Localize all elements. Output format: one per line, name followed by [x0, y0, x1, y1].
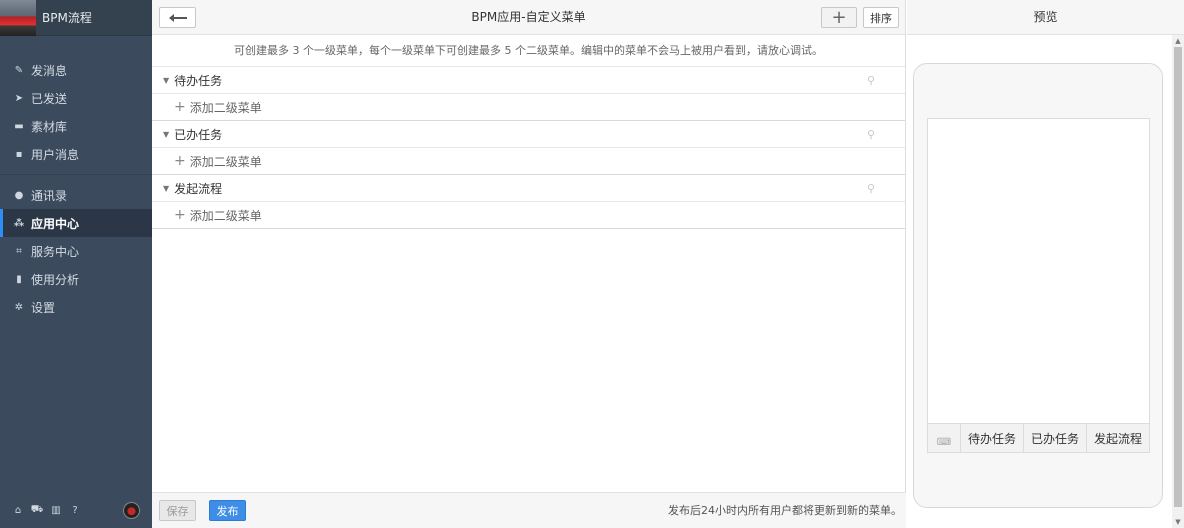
preview-menu-item[interactable]: 已办任务 — [1024, 424, 1087, 452]
sidebar-item-label: 素材库 — [31, 119, 68, 134]
service-icon: ⌗ — [16, 245, 22, 257]
book-icon[interactable]: ▥ — [50, 504, 62, 516]
scroll-up-icon[interactable]: ▲ — [1174, 37, 1182, 45]
sidebar-item-send-message[interactable]: ✎ 发消息 — [0, 56, 152, 84]
nav-group-management: ● 通讯录 ⁂ 应用中心 ⌗ 服务中心 ▮ 使用分析 ✲ 设置 — [0, 175, 152, 327]
editor-toolbar: BPM应用-自定义菜单 + 排序 — [152, 0, 905, 35]
chat-icon: ▪ — [15, 148, 23, 160]
menu-item-pending[interactable]: ▼ 待办任务 ⚲ — [152, 67, 905, 94]
menu-tip: 可创建最多 3 个一级菜单，每个一级菜单下可创建最多 5 个二级菜单。编辑中的菜… — [152, 35, 905, 67]
add-submenu-label: 添加二级菜单 — [189, 100, 262, 115]
page-title: BPM应用-自定义菜单 — [471, 10, 586, 24]
phone-screen: ⌨ 待办任务 已办任务 发起流程 — [927, 118, 1150, 453]
back-button[interactable] — [159, 7, 196, 28]
plus-icon: + — [174, 207, 186, 223]
nav-group-messages: ✎ 发消息 ➤ 已发送 ▬ 素材库 ▪ 用户消息 — [0, 36, 152, 175]
menu-item-done[interactable]: ▼ 已办任务 ⚲ — [152, 121, 905, 148]
gear-icon: ✲ — [14, 301, 24, 313]
avatar[interactable] — [123, 502, 140, 519]
scroll-down-icon[interactable]: ▼ — [1174, 518, 1182, 526]
home-icon[interactable]: ⌂ — [12, 504, 24, 516]
cart-icon[interactable]: ⛟ — [31, 504, 44, 516]
brand[interactable]: BPM流程 — [0, 0, 152, 36]
add-submenu-button[interactable]: + 添加二级菜单 — [152, 202, 905, 229]
sidebar-item-label: 使用分析 — [31, 272, 80, 287]
plus-icon: + — [174, 153, 186, 169]
preview-menu-item[interactable]: 待办任务 — [961, 424, 1024, 452]
sidebar-item-label: 服务中心 — [31, 244, 80, 259]
preview-title: 预览 — [907, 0, 1184, 35]
sidebar-item-label: 设置 — [31, 300, 56, 315]
sidebar-item-label: 发消息 — [31, 63, 68, 78]
menu-item-label: 发起流程 — [174, 181, 223, 196]
menu-item-label: 已办任务 — [174, 127, 223, 142]
sidebar-item-contacts[interactable]: ● 通讯录 — [0, 181, 152, 209]
sidebar-item-label: 通讯录 — [31, 188, 68, 203]
link-icon[interactable]: ⚲ — [865, 128, 877, 141]
link-icon[interactable]: ⚲ — [865, 182, 877, 195]
add-submenu-label: 添加二级菜单 — [189, 208, 262, 223]
sidebar: BPM流程 ✎ 发消息 ➤ 已发送 ▬ 素材库 ▪ 用户消息 ● 通讯录 ⁂ 应… — [0, 0, 152, 528]
preview-panel: 预览 ⌨ 待办任务 已办任务 发起流程 ▲ ▼ — [907, 0, 1184, 528]
contacts-icon: ● — [14, 189, 24, 201]
sidebar-item-label: 用户消息 — [31, 147, 80, 162]
menu-item-label: 待办任务 — [174, 73, 223, 88]
help-icon[interactable]: ? — [69, 504, 81, 516]
caret-down-icon[interactable]: ▼ — [163, 130, 169, 139]
plus-icon: + — [831, 7, 847, 28]
sidebar-item-label: 应用中心 — [31, 216, 80, 231]
sidebar-item-app-center[interactable]: ⁂ 应用中心 — [0, 209, 152, 237]
save-button[interactable]: 保存 — [159, 500, 196, 521]
scroll-thumb[interactable] — [1174, 47, 1182, 507]
app-logo — [0, 0, 36, 36]
add-submenu-button[interactable]: + 添加二级菜单 — [152, 94, 905, 121]
pencil-icon: ✎ — [14, 64, 24, 76]
send-icon: ➤ — [14, 92, 24, 104]
sort-button[interactable]: 排序 — [863, 7, 899, 28]
publish-note: 发布后24小时内所有用户都将更新到新的菜单。 — [668, 504, 902, 517]
apps-icon: ⁂ — [13, 217, 25, 229]
keyboard-icon[interactable]: ⌨ — [928, 424, 961, 452]
preview-menu-item[interactable]: 发起流程 — [1087, 424, 1149, 452]
sidebar-item-usage-analysis[interactable]: ▮ 使用分析 — [0, 265, 152, 293]
bar-chart-icon: ▮ — [16, 273, 22, 285]
sidebar-item-settings[interactable]: ✲ 设置 — [0, 293, 152, 321]
folder-icon: ▬ — [14, 120, 24, 132]
preview-scrollbar[interactable]: ▲ ▼ — [1172, 35, 1184, 528]
preview-menu-bar: ⌨ 待办任务 已办任务 发起流程 — [928, 423, 1149, 452]
phone-frame: ⌨ 待办任务 已办任务 发起流程 — [913, 63, 1163, 508]
sidebar-item-label: 已发送 — [31, 91, 68, 106]
editor-footer: 保存 发布 发布后24小时内所有用户都将更新到新的菜单。 — [152, 492, 906, 528]
add-submenu-label: 添加二级菜单 — [189, 154, 262, 169]
menu-item-start-process[interactable]: ▼ 发起流程 ⚲ — [152, 175, 905, 202]
sidebar-item-materials[interactable]: ▬ 素材库 — [0, 112, 152, 140]
sidebar-item-sent[interactable]: ➤ 已发送 — [0, 84, 152, 112]
sidebar-item-user-messages[interactable]: ▪ 用户消息 — [0, 140, 152, 168]
sidebar-footer: ⌂ ⛟ ▥ ? — [0, 492, 152, 528]
link-icon[interactable]: ⚲ — [865, 74, 877, 87]
arrow-left-icon — [168, 13, 187, 22]
menu-editor: BPM应用-自定义菜单 + 排序 可创建最多 3 个一级菜单，每个一级菜单下可创… — [152, 0, 906, 528]
publish-button[interactable]: 发布 — [209, 500, 246, 521]
caret-down-icon[interactable]: ▼ — [163, 184, 169, 193]
caret-down-icon[interactable]: ▼ — [163, 76, 169, 85]
add-submenu-button[interactable]: + 添加二级菜单 — [152, 148, 905, 175]
plus-icon: + — [174, 99, 186, 115]
sidebar-item-service-center[interactable]: ⌗ 服务中心 — [0, 237, 152, 265]
add-menu-button[interactable]: + — [821, 7, 857, 28]
app-name: BPM流程 — [42, 11, 92, 25]
